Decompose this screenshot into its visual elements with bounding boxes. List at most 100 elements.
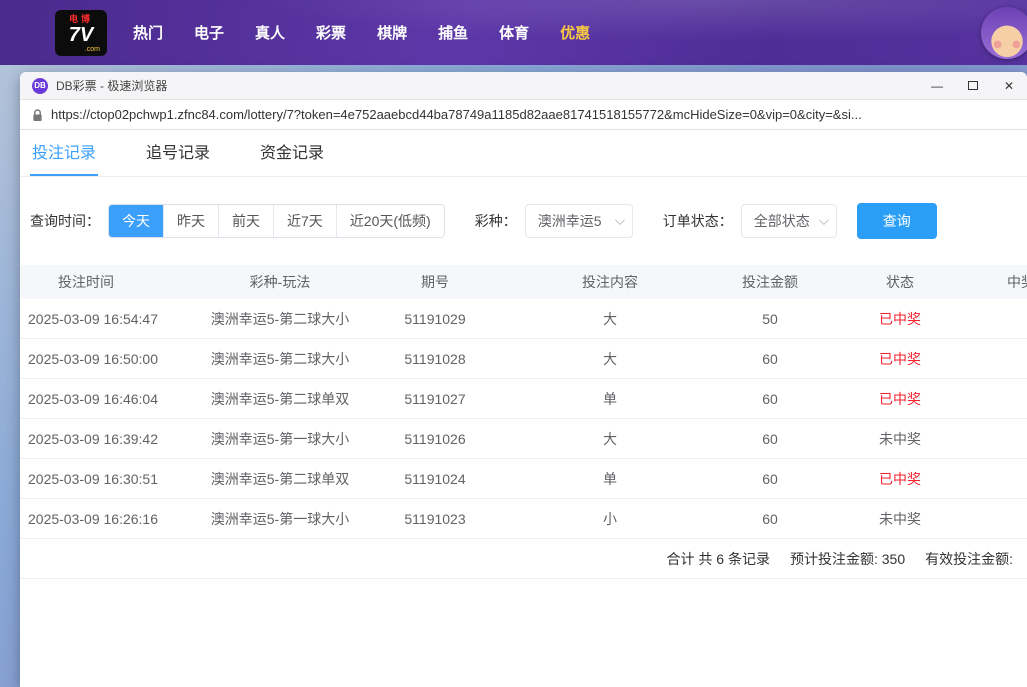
header-issue: 期号 (380, 272, 490, 292)
cell-status: 已中奖 (810, 389, 990, 409)
lottery-select-value: 澳洲幸运5 (538, 211, 602, 231)
cell-bet-time: 2025-03-09 16:50:00 (20, 351, 180, 367)
cell-bet-amount: 60 (730, 511, 810, 527)
bet-records-table: 投注时间 彩种-玩法 期号 投注内容 投注金额 状态 中奖金额 2025-03-… (20, 265, 1027, 579)
user-avatar[interactable] (981, 7, 1027, 59)
cell-bet-content: 单 (490, 469, 730, 489)
browser-app-icon: DB (32, 78, 48, 94)
lottery-select[interactable]: 澳洲幸运5 (525, 204, 633, 238)
query-button[interactable]: 查询 (857, 203, 937, 239)
site-logo[interactable]: 电博 7V .com (55, 10, 107, 56)
nav-item-board-games[interactable]: 棋牌 (377, 22, 407, 43)
cell-issue: 51191024 (380, 471, 490, 487)
cell-game-play: 澳洲幸运5-第二球单双 (180, 389, 380, 409)
filter-bar: 查询时间： 今天 昨天 前天 近7天 近20天(低频) 彩种： 澳洲幸运5 订单… (20, 203, 1027, 239)
cell-bet-amount: 50 (730, 311, 810, 327)
summary-expected-amount: 预计投注金额: 350 (790, 549, 905, 569)
cell-bet-time: 2025-03-09 16:54:47 (20, 311, 180, 327)
cell-bet-amount: 60 (730, 351, 810, 367)
nav-item-hot[interactable]: 热门 (133, 22, 163, 43)
cell-game-play: 澳洲幸运5-第二球大小 (180, 309, 380, 329)
nav-item-slots[interactable]: 电子 (194, 22, 224, 43)
lottery-filter-label: 彩种： (475, 211, 517, 231)
cell-status: 未中奖 (810, 429, 990, 449)
cell-status: 已中奖 (810, 349, 990, 369)
tab-fund-records[interactable]: 资金记录 (258, 127, 326, 176)
time-option-20days[interactable]: 近20天(低频) (336, 205, 444, 237)
close-button[interactable]: ✕ (991, 72, 1027, 100)
header-bet-amount: 投注金额 (730, 272, 810, 292)
url-text: https://ctop02pchwp1.zfnc84.com/lottery/… (51, 107, 862, 122)
site-navbar: 电博 7V .com 热门 电子 真人 彩票 棋牌 捕鱼 体育 优惠 (0, 0, 1027, 65)
cell-bet-content: 小 (490, 509, 730, 529)
cell-bet-amount: 60 (730, 431, 810, 447)
cell-bet-time: 2025-03-09 16:46:04 (20, 391, 180, 407)
cell-bet-amount: 60 (730, 391, 810, 407)
window-titlebar[interactable]: DB DB彩票 - 极速浏览器 — ✕ (20, 72, 1027, 100)
nav-item-fishing[interactable]: 捕鱼 (438, 22, 468, 43)
cell-prize: 1 (990, 351, 1027, 367)
nav-item-lottery[interactable]: 彩票 (316, 22, 346, 43)
cell-bet-time: 2025-03-09 16:26:16 (20, 511, 180, 527)
cell-bet-content: 大 (490, 309, 730, 329)
main-menu: 热门 电子 真人 彩票 棋牌 捕鱼 体育 优惠 (133, 22, 590, 43)
cell-prize: 1 (990, 471, 1027, 487)
cell-game-play: 澳洲幸运5-第二球单双 (180, 469, 380, 489)
header-bet-time: 投注时间 (20, 272, 180, 292)
table-row[interactable]: 2025-03-09 16:50:00 澳洲幸运5-第二球大小 51191028… (20, 339, 1027, 379)
time-option-7days[interactable]: 近7天 (273, 205, 336, 237)
summary-total-records: 合计 共 6 条记录 (667, 549, 770, 569)
header-bet-content: 投注内容 (490, 272, 730, 292)
record-tabs: 投注记录 追号记录 资金记录 (20, 130, 1027, 177)
time-option-today[interactable]: 今天 (109, 205, 163, 237)
table-row[interactable]: 2025-03-09 16:46:04 澳洲幸运5-第二球单双 51191027… (20, 379, 1027, 419)
lock-icon (32, 108, 43, 122)
nav-item-live[interactable]: 真人 (255, 22, 285, 43)
window-controls: — ✕ (919, 72, 1027, 100)
maximize-button[interactable] (955, 72, 991, 100)
cell-issue: 51191027 (380, 391, 490, 407)
cell-game-play: 澳洲幸运5-第一球大小 (180, 509, 380, 529)
cell-issue: 51191029 (380, 311, 490, 327)
address-bar[interactable]: https://ctop02pchwp1.zfnc84.com/lottery/… (20, 100, 1027, 130)
time-filter-label: 查询时间： (30, 211, 100, 231)
page-content: 投注记录 追号记录 资金记录 查询时间： 今天 昨天 前天 近7天 近20天(低… (20, 130, 1027, 687)
header-prize: 中奖金额 (990, 272, 1027, 292)
time-option-yesterday[interactable]: 昨天 (163, 205, 218, 237)
chevron-down-icon (819, 215, 829, 225)
cell-status: 未中奖 (810, 509, 990, 529)
cell-status: 已中奖 (810, 469, 990, 489)
cell-bet-content: 大 (490, 429, 730, 449)
time-range-group: 今天 昨天 前天 近7天 近20天(低频) (108, 204, 445, 238)
nav-item-promotions[interactable]: 优惠 (560, 22, 590, 43)
cell-prize: 1 (990, 391, 1027, 407)
cell-issue: 51191026 (380, 431, 490, 447)
window-title: DB彩票 - 极速浏览器 (56, 77, 167, 94)
table-header-row: 投注时间 彩种-玩法 期号 投注内容 投注金额 状态 中奖金额 (20, 265, 1027, 299)
maximize-icon (968, 81, 978, 90)
table-row[interactable]: 2025-03-09 16:54:47 澳洲幸运5-第二球大小 51191029… (20, 299, 1027, 339)
cell-game-play: 澳洲幸运5-第一球大小 (180, 429, 380, 449)
chevron-down-icon (615, 215, 625, 225)
cell-bet-time: 2025-03-09 16:30:51 (20, 471, 180, 487)
time-option-day-before[interactable]: 前天 (218, 205, 273, 237)
table-row[interactable]: 2025-03-09 16:39:42 澳洲幸运5-第一球大小 51191026… (20, 419, 1027, 459)
summary-valid-amount: 有效投注金额: (925, 549, 1013, 569)
header-status: 状态 (810, 272, 990, 292)
tab-chase-records[interactable]: 追号记录 (144, 127, 212, 176)
minimize-button[interactable]: — (919, 72, 955, 100)
order-status-select[interactable]: 全部状态 (741, 204, 837, 238)
cell-bet-time: 2025-03-09 16:39:42 (20, 431, 180, 447)
cell-issue: 51191023 (380, 511, 490, 527)
cell-game-play: 澳洲幸运5-第二球大小 (180, 349, 380, 369)
cell-bet-content: 大 (490, 349, 730, 369)
nav-item-sports[interactable]: 体育 (499, 22, 529, 43)
logo-suffix-text: .com (85, 46, 100, 53)
header-game-play: 彩种-玩法 (180, 272, 380, 292)
status-filter-label: 订单状态： (663, 211, 733, 231)
table-row[interactable]: 2025-03-09 16:26:16 澳洲幸运5-第一球大小 51191023… (20, 499, 1027, 539)
table-row[interactable]: 2025-03-09 16:30:51 澳洲幸运5-第二球单双 51191024… (20, 459, 1027, 499)
cell-bet-content: 单 (490, 389, 730, 409)
cell-bet-amount: 60 (730, 471, 810, 487)
tab-bet-records[interactable]: 投注记录 (30, 127, 98, 176)
